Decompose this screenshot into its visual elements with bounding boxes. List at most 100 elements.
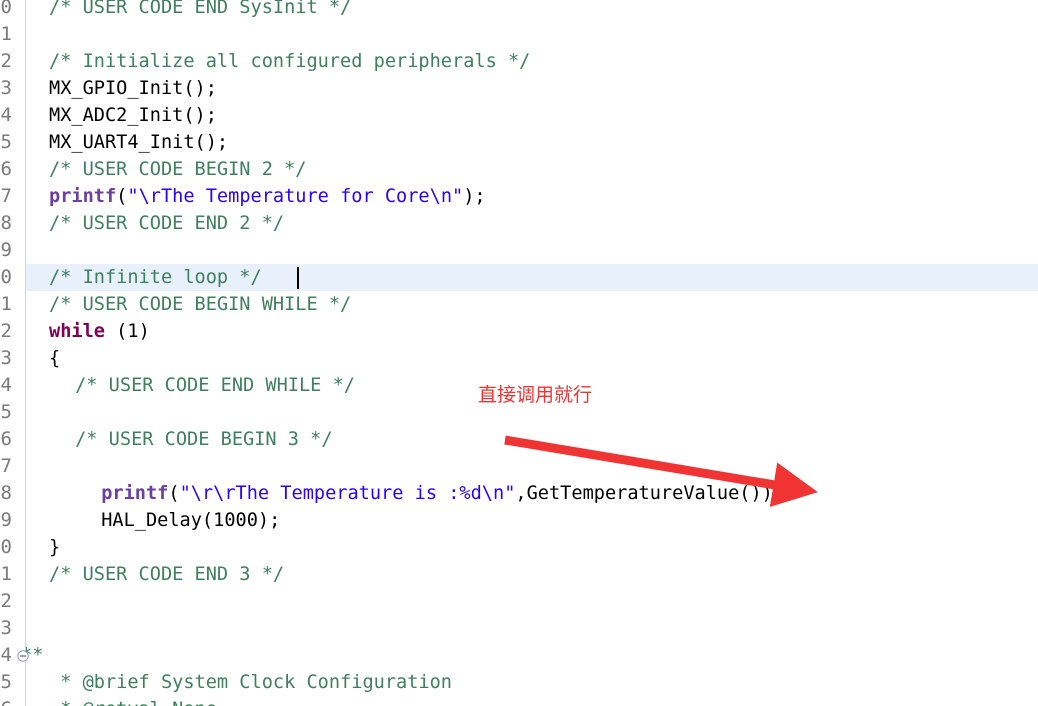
line-number: 38: [0, 482, 12, 504]
code-line[interactable]: * @retval None: [0, 696, 1038, 706]
code-line[interactable]: while (1): [0, 318, 1038, 345]
line-number: 45: [0, 671, 12, 693]
line-number: 32: [0, 320, 12, 342]
token-pl: HAL_Delay(1000);: [101, 510, 281, 531]
code-editor[interactable]: /* USER CODE END SysInit */ /* Initialize…: [0, 0, 1038, 706]
code-line[interactable]: /* USER CODE END SysInit */: [0, 0, 1038, 21]
token-fn: printf: [101, 483, 169, 504]
token-cm: /* USER CODE END 3 */: [49, 564, 285, 585]
token-cm: * @brief System Clock Configuration: [49, 672, 452, 693]
line-number: 37: [0, 455, 12, 477]
code-line[interactable]: HAL_Delay(1000);: [0, 507, 1038, 534]
token-cm: /* USER CODE END SysInit */: [49, 0, 352, 18]
token-pl: {: [49, 348, 61, 369]
code-line-text: /* USER CODE BEGIN 3 */: [75, 426, 332, 453]
line-number: 25: [0, 131, 12, 153]
code-line-text: /* USER CODE END 2 */: [49, 210, 284, 237]
token-pl: (: [168, 483, 180, 504]
line-number: 34: [0, 374, 12, 396]
code-line-text: * @brief System Clock Configuration: [49, 669, 452, 696]
code-line[interactable]: /* USER CODE BEGIN 2 */: [0, 156, 1038, 183]
code-line[interactable]: [0, 237, 1038, 264]
code-line-text: printf("\r\rThe Temperature is :%d\n",Ge…: [101, 480, 784, 507]
code-line[interactable]: printf("\rThe Temperature for Core\n");: [0, 183, 1038, 210]
code-lines-container[interactable]: /* USER CODE END SysInit */ /* Initialize…: [0, 0, 1038, 706]
token-pl: MX_UART4_Init();: [49, 132, 229, 153]
code-line[interactable]: MX_UART4_Init();: [0, 129, 1038, 156]
code-line[interactable]: [0, 453, 1038, 480]
line-number: 36: [0, 428, 12, 450]
line-number: 39: [0, 509, 12, 531]
gutter-divider: [25, 0, 26, 706]
code-line[interactable]: * @brief System Clock Configuration: [0, 669, 1038, 696]
code-line[interactable]: /* USER CODE BEGIN 3 */: [0, 426, 1038, 453]
code-line[interactable]: MX_GPIO_Init();: [0, 75, 1038, 102]
code-line-text: * @retval None: [49, 696, 217, 706]
token-cm: /* USER CODE BEGIN 2 */: [49, 159, 307, 180]
line-number: 44: [0, 644, 12, 666]
code-line[interactable]: /* Infinite loop */: [0, 264, 1038, 291]
line-number: 26: [0, 158, 12, 180]
code-line-text: MX_UART4_Init();: [49, 129, 228, 156]
code-line[interactable]: {: [0, 345, 1038, 372]
token-cm: /* USER CODE BEGIN 3 */: [75, 429, 333, 450]
line-number: 33: [0, 347, 12, 369]
line-number: 35: [0, 401, 12, 423]
code-line[interactable]: /* USER CODE END 2 */: [0, 210, 1038, 237]
token-pl: MX_GPIO_Init();: [49, 78, 217, 99]
line-number: 23: [0, 77, 12, 99]
line-number: 30: [0, 266, 12, 288]
code-line-text: MX_ADC2_Init();: [49, 102, 217, 129]
token-kw: while: [49, 321, 105, 342]
code-line-text: MX_GPIO_Init();: [49, 75, 217, 102]
token-cm: * @retval None: [49, 699, 217, 706]
code-line[interactable]: [0, 21, 1038, 48]
code-line-text: /* USER CODE BEGIN 2 */: [49, 156, 306, 183]
token-pl: (: [116, 186, 128, 207]
token-pl: MX_ADC2_Init();: [49, 105, 217, 126]
code-line[interactable]: [0, 399, 1038, 426]
code-line[interactable]: [0, 615, 1038, 642]
line-number: 20: [0, 0, 12, 18]
line-number: 29: [0, 239, 12, 261]
token-pl: }: [49, 537, 61, 558]
line-number: 40: [0, 536, 12, 558]
code-line[interactable]: MX_ADC2_Init();: [0, 102, 1038, 129]
code-line[interactable]: printf("\r\rThe Temperature is :%d\n",Ge…: [0, 480, 1038, 507]
token-cm: /* USER CODE END WHILE */: [75, 375, 355, 396]
line-number: 22: [0, 50, 12, 72]
code-line-text: }: [49, 534, 60, 561]
token-str: "\r\rThe Temperature is :%d\n": [179, 483, 516, 504]
line-number: 46: [0, 696, 12, 706]
code-line-text: /* USER CODE END WHILE */: [75, 372, 355, 399]
code-line[interactable]: /* USER CODE BEGIN WHILE */: [0, 291, 1038, 318]
code-line[interactable]: }: [0, 588, 1038, 615]
line-number: 41: [0, 563, 12, 585]
token-cm: /* Initialize all configured peripherals…: [49, 51, 531, 72]
code-line[interactable]: /* USER CODE END 3 */: [0, 561, 1038, 588]
token-pl: );: [463, 186, 486, 207]
token-cm: /* USER CODE BEGIN WHILE */: [49, 294, 352, 315]
line-number: 24: [0, 104, 12, 126]
token-cm: /* USER CODE END 2 */: [49, 213, 285, 234]
token-fn: printf: [49, 186, 117, 207]
code-line-text: /* USER CODE END 3 */: [49, 561, 284, 588]
token-pl: (1): [104, 321, 150, 342]
code-line[interactable]: /**: [0, 642, 1038, 669]
text-cursor: [296, 267, 299, 289]
line-number: 27: [0, 185, 12, 207]
token-cm: /* Infinite loop */: [49, 267, 262, 288]
code-line-text: /* USER CODE END SysInit */: [49, 0, 351, 21]
line-number: 28: [0, 212, 12, 234]
token-pl: ,GetTemperatureValue());: [515, 483, 785, 504]
line-number: 31: [0, 293, 12, 315]
code-line[interactable]: /* Initialize all configured peripherals…: [0, 48, 1038, 75]
code-line-text: printf("\rThe Temperature for Core\n");: [49, 183, 486, 210]
code-line-text: {: [49, 345, 60, 372]
fold-collapse-icon[interactable]: [17, 650, 29, 662]
line-number: 21: [0, 23, 12, 45]
code-line-text: HAL_Delay(1000);: [101, 507, 280, 534]
code-line-text: /* USER CODE BEGIN WHILE */: [49, 291, 351, 318]
code-line[interactable]: /* USER CODE END WHILE */: [0, 372, 1038, 399]
code-line[interactable]: }: [0, 534, 1038, 561]
